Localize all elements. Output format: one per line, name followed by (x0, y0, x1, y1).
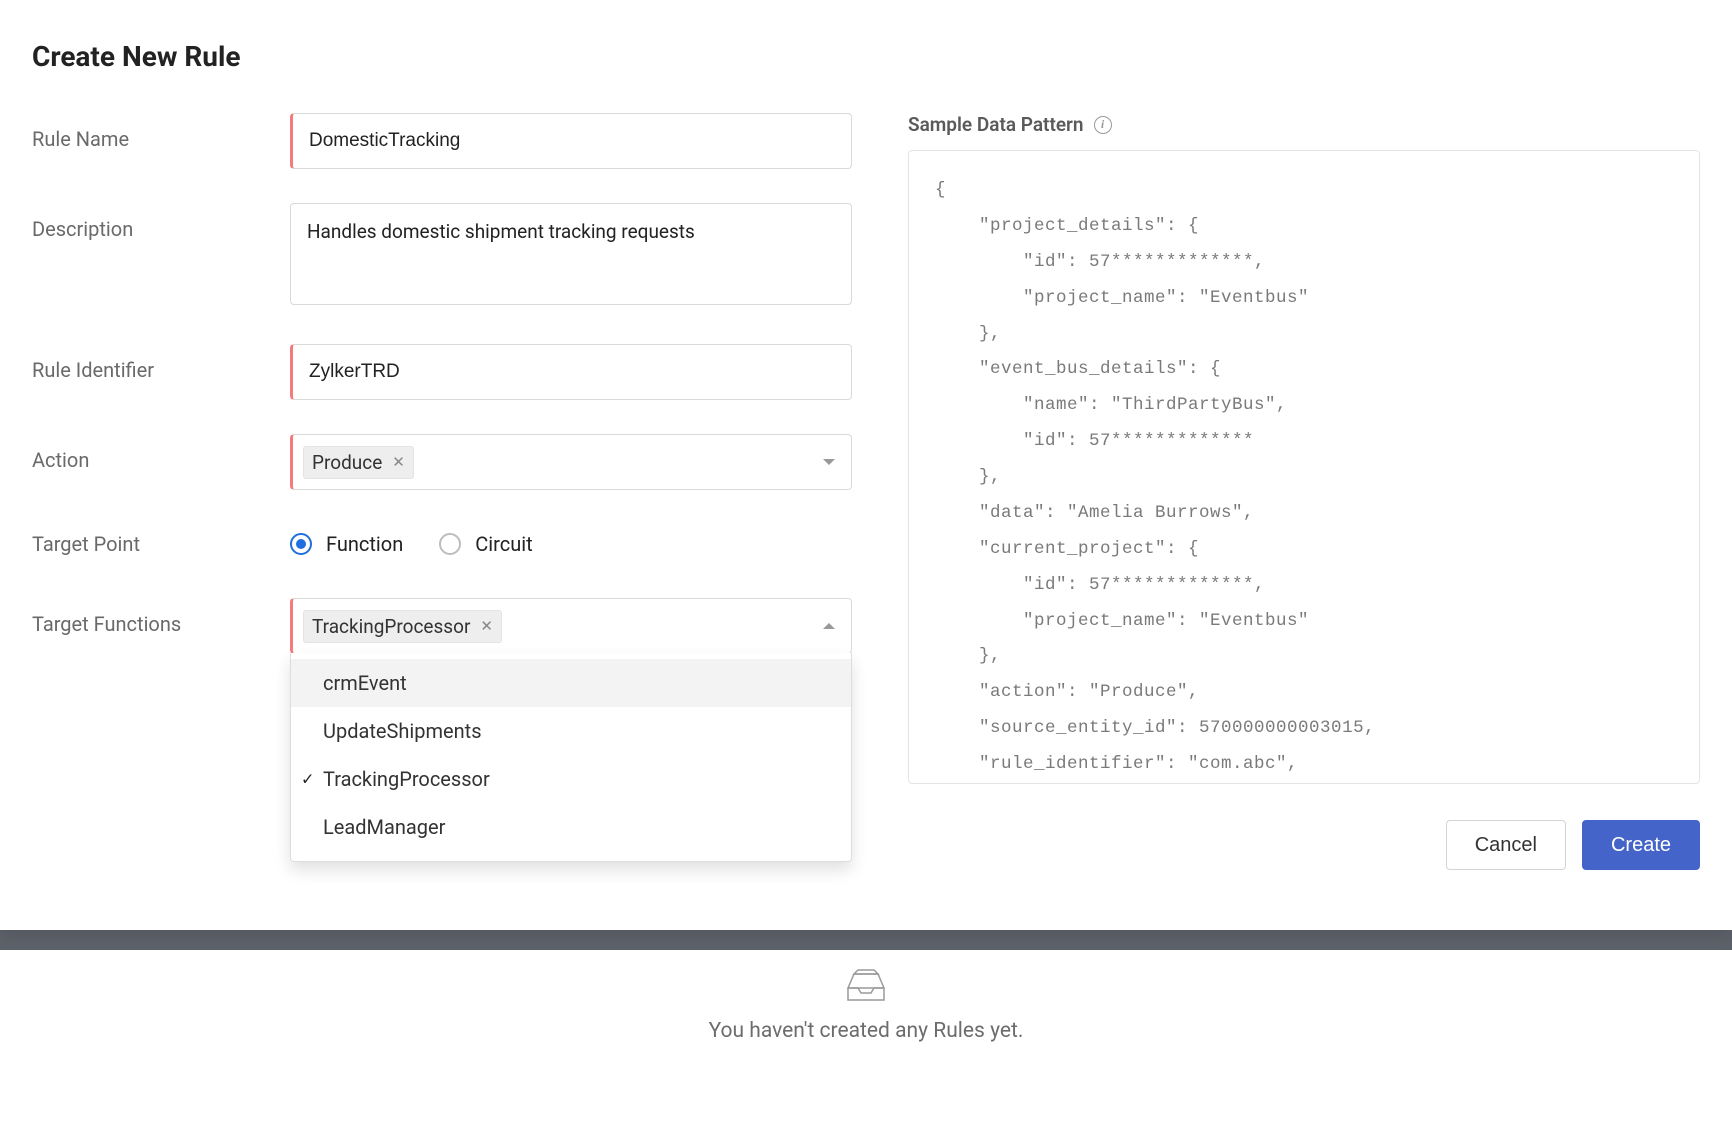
sample-data-code: { "project_details": { "id": 57*********… (908, 150, 1700, 784)
empty-state-text: You haven't created any Rules yet. (0, 1019, 1732, 1043)
rule-name-label: Rule Name (32, 113, 290, 151)
sample-data-title-row: Sample Data Pattern i (908, 113, 1700, 136)
page-title: Create New Rule (32, 40, 1700, 73)
description-label: Description (32, 203, 290, 241)
info-icon[interactable]: i (1094, 116, 1112, 134)
target-functions-chip: TrackingProcessor ✕ (303, 610, 502, 643)
sample-data-title: Sample Data Pattern (908, 113, 1084, 136)
dropdown-item-label: UpdateShipments (323, 719, 482, 743)
chevron-down-icon (823, 459, 835, 465)
target-functions-dropdown: crmEvent UpdateShipments ✓ TrackingProce… (290, 653, 852, 862)
target-point-radio-group: Function Circuit (290, 524, 852, 564)
target-functions-select[interactable]: TrackingProcessor ✕ (290, 598, 852, 654)
radio-label: Function (326, 532, 403, 556)
dropdown-item-crmevent[interactable]: crmEvent (291, 659, 851, 707)
target-point-circuit-radio[interactable]: Circuit (439, 532, 532, 556)
target-point-label: Target Point (32, 532, 290, 556)
action-chip: Produce ✕ (303, 446, 414, 479)
dropdown-item-trackingprocessor[interactable]: ✓ TrackingProcessor (291, 755, 851, 803)
target-functions-chip-remove-icon[interactable]: ✕ (480, 617, 493, 635)
radio-label: Circuit (475, 532, 532, 556)
dropdown-item-label: crmEvent (323, 671, 407, 695)
rule-name-input[interactable] (290, 113, 852, 169)
dropdown-item-label: TrackingProcessor (323, 767, 490, 791)
rule-identifier-label: Rule Identifier (32, 344, 290, 382)
dropdown-item-leadmanager[interactable]: LeadManager (291, 803, 851, 851)
dropdown-item-label: LeadManager (323, 815, 445, 839)
background-overlay: You haven't created any Rules yet. (0, 930, 1732, 1100)
action-chip-label: Produce (312, 451, 382, 474)
inbox-icon (0, 968, 1732, 1009)
radio-icon (439, 533, 461, 555)
action-label: Action (32, 434, 290, 472)
create-button[interactable]: Create (1582, 820, 1700, 870)
target-functions-label: Target Functions (32, 598, 290, 636)
target-functions-chip-label: TrackingProcessor (312, 615, 470, 638)
radio-icon (290, 533, 312, 555)
create-rule-panel: Create New Rule Rule Name Description Ha… (0, 0, 1732, 930)
check-icon: ✓ (301, 770, 314, 789)
action-chip-remove-icon[interactable]: ✕ (392, 453, 405, 471)
chevron-up-icon (823, 623, 835, 629)
dropdown-item-updateshipments[interactable]: UpdateShipments (291, 707, 851, 755)
description-input[interactable]: Handles domestic shipment tracking reque… (290, 203, 852, 305)
action-select[interactable]: Produce ✕ (290, 434, 852, 490)
rule-identifier-input[interactable] (290, 344, 852, 400)
cancel-button[interactable]: Cancel (1446, 820, 1566, 870)
target-point-function-radio[interactable]: Function (290, 532, 403, 556)
